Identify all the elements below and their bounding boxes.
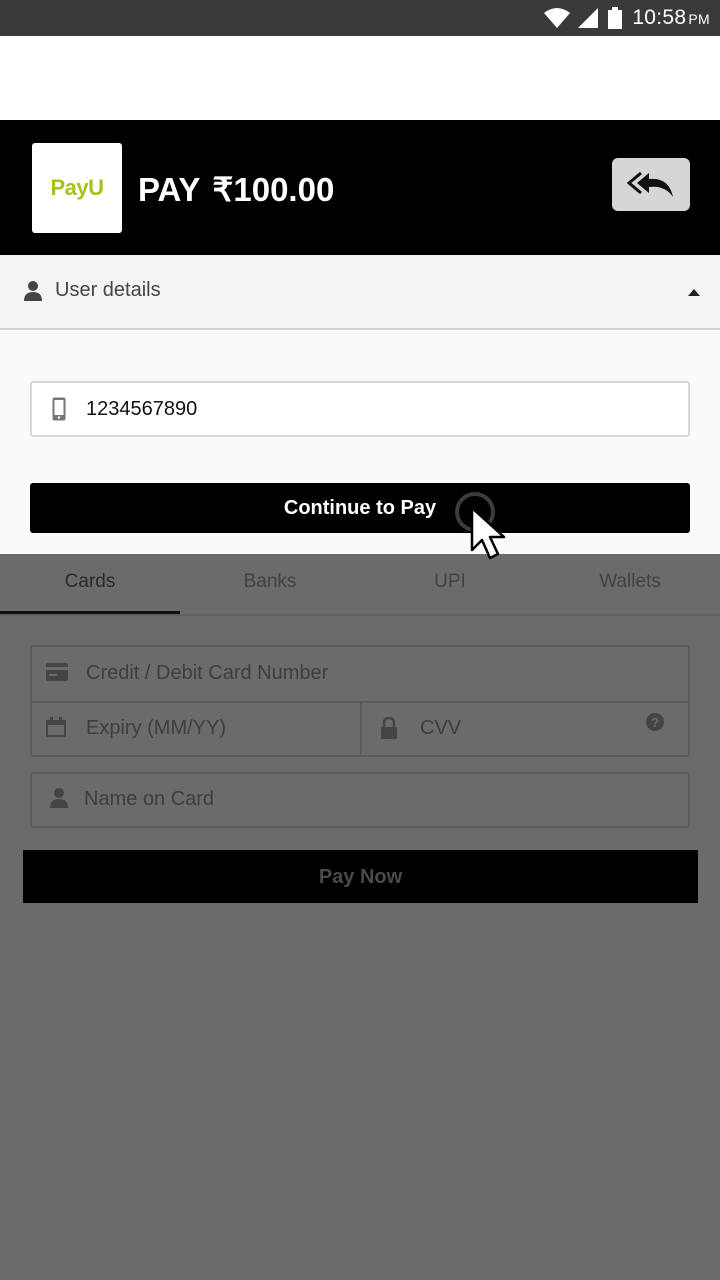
status-bar: 10:58 PM	[0, 0, 720, 36]
lock-icon	[381, 717, 397, 739]
reply-back-icon	[627, 171, 673, 197]
payu-logo: PayU	[32, 143, 122, 233]
pay-label: PAY	[138, 171, 201, 208]
phone-field[interactable]	[30, 381, 690, 437]
caret-up-icon	[688, 289, 700, 296]
help-icon[interactable]: ?	[646, 713, 664, 731]
signal-icon	[578, 8, 599, 28]
cvv-field[interactable]: CVV ?	[362, 703, 688, 755]
pay-now-button[interactable]: Pay Now	[23, 850, 698, 903]
continue-to-pay-button[interactable]: Continue to Pay	[30, 483, 690, 533]
card-number-field[interactable]: Credit / Debit Card Number	[32, 647, 688, 703]
card-details-group: Credit / Debit Card Number Expiry (MM/YY…	[30, 645, 690, 757]
mobile-icon	[52, 397, 66, 421]
back-button[interactable]	[612, 158, 690, 211]
app-top-bar	[0, 36, 720, 120]
expiry-field[interactable]: Expiry (MM/YY)	[32, 703, 362, 755]
pay-amount: PAY ₹100.00	[138, 170, 346, 209]
user-icon	[24, 281, 42, 301]
expiry-placeholder: Expiry (MM/YY)	[86, 717, 226, 739]
tab-banks[interactable]: Banks	[180, 554, 360, 612]
tab-upi[interactable]: UPI	[360, 554, 540, 612]
payment-method-tabs: Cards Banks UPI Wallets	[0, 554, 720, 616]
credit-card-icon	[46, 663, 68, 681]
cvv-placeholder: CVV	[420, 717, 462, 739]
active-tab-indicator	[0, 611, 180, 614]
logo-text: PayU	[50, 175, 104, 200]
card-number-placeholder: Credit / Debit Card Number	[86, 662, 329, 684]
name-on-card-placeholder: Name on Card	[84, 788, 215, 810]
user-details-title: User details	[55, 279, 161, 301]
phone-input[interactable]	[84, 395, 648, 423]
user-details-toggle[interactable]: User details	[0, 255, 720, 330]
user-icon	[50, 788, 68, 808]
svg-text:?: ?	[651, 715, 659, 730]
payment-header: PayU PAY ₹100.00	[0, 120, 720, 255]
calendar-icon	[46, 717, 66, 737]
user-details-panel: Continue to Pay	[0, 330, 720, 560]
clock: 10:58 PM	[632, 6, 710, 29]
wifi-icon	[544, 8, 571, 28]
tab-cards[interactable]: Cards	[0, 554, 180, 612]
amount-value: ₹100.00	[212, 171, 335, 208]
name-on-card-field[interactable]: Name on Card	[30, 772, 690, 828]
tab-wallets[interactable]: Wallets	[540, 554, 720, 612]
battery-icon	[608, 7, 623, 29]
